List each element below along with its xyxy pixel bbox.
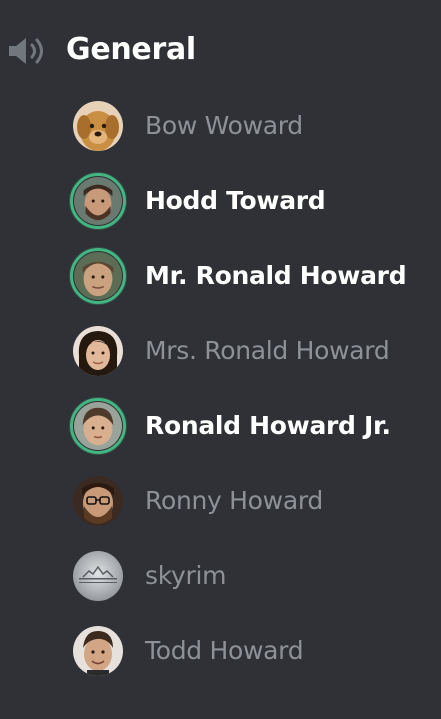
bearded-man-avatar [74, 177, 122, 225]
avatar-frame [70, 323, 126, 379]
todd-howard-avatar [73, 626, 123, 676]
member-name: Ronald Howard Jr. [145, 411, 391, 440]
voice-member-speaking[interactable]: Hodd Toward [66, 167, 441, 239]
member-name: skyrim [145, 561, 227, 590]
member-name: Hodd Toward [145, 186, 326, 215]
voice-member[interactable]: Ronny Howard [66, 467, 441, 539]
speaking-ring [70, 398, 126, 454]
avatar-frame [70, 548, 126, 604]
member-name: Todd Howard [145, 636, 304, 665]
glasses-man-avatar [73, 476, 123, 526]
member-name: Mr. Ronald Howard [145, 261, 407, 290]
golden-retriever-avatar [73, 101, 123, 151]
speaker-icon [9, 38, 43, 64]
voice-member[interactable]: skyrim [66, 542, 441, 614]
member-name: Mrs. Ronald Howard [145, 336, 390, 365]
voice-member[interactable]: Bow Woward [66, 92, 441, 164]
speaking-ring [70, 248, 126, 304]
voice-member-speaking[interactable]: Mr. Ronald Howard [66, 242, 441, 314]
voice-member[interactable]: Todd Howard [66, 617, 441, 689]
member-name: Ronny Howard [145, 486, 323, 515]
avatar-frame [70, 623, 126, 679]
channel-name: General [66, 32, 196, 67]
voice-member[interactable]: Mrs. Ronald Howard [66, 317, 441, 389]
child-avatar [74, 402, 122, 450]
avatar-frame [70, 473, 126, 529]
member-name: Bow Woward [145, 111, 303, 140]
voice-member-speaking[interactable]: Ronald Howard Jr. [66, 392, 441, 464]
woman-avatar [73, 326, 123, 376]
older-man-avatar [74, 252, 122, 300]
speaking-ring [70, 173, 126, 229]
skyrim-logo-avatar [73, 551, 123, 601]
voice-channel-header[interactable]: General [0, 18, 441, 80]
avatar-frame [70, 98, 126, 154]
